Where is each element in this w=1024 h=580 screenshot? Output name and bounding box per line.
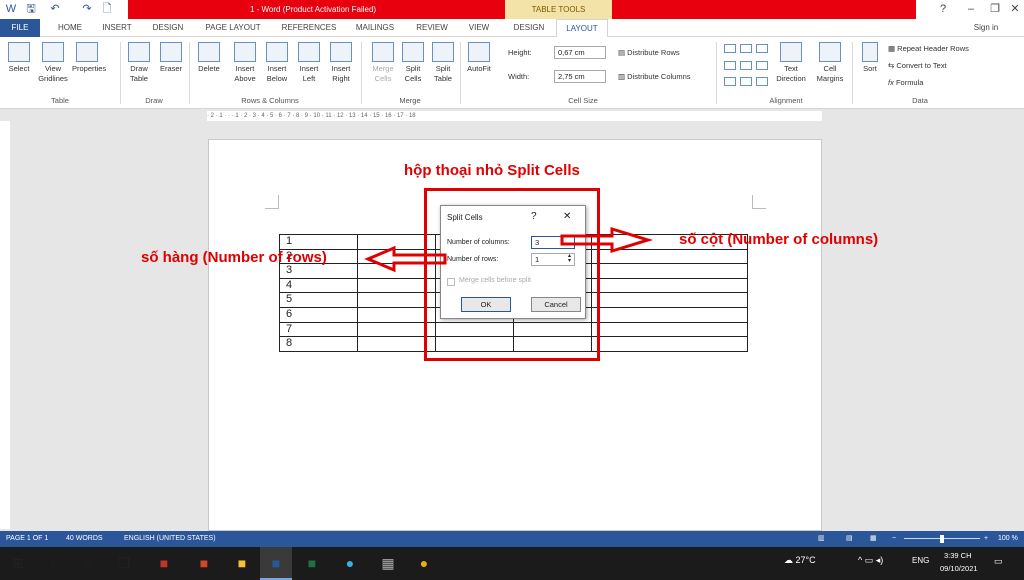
arrow-to-rows <box>364 245 447 273</box>
word-count[interactable]: 40 WORDS <box>66 531 103 547</box>
notifications-icon[interactable]: ▭ <box>994 556 1003 567</box>
calculator-icon[interactable]: ▦ <box>372 547 404 580</box>
word-taskbar-icon[interactable]: ■ <box>260 547 292 580</box>
read-mode-icon[interactable]: ▥ <box>818 531 825 547</box>
file-explorer-icon[interactable]: ■ <box>226 547 258 580</box>
language-status[interactable]: ENGLISH (UNITED STATES) <box>124 531 216 547</box>
zoom-out-icon[interactable]: − <box>892 531 896 547</box>
zoom-slider-thumb[interactable] <box>940 535 944 543</box>
print-layout-icon[interactable]: ▤ <box>846 531 853 547</box>
powerpoint-app-icon[interactable]: ■ <box>188 547 220 580</box>
arrow-to-columns <box>560 226 654 254</box>
search-icon[interactable]: ⌕ <box>38 547 70 580</box>
page-count[interactable]: PAGE 1 OF 1 <box>6 531 48 547</box>
task-view-icon[interactable]: ❐ <box>108 547 140 580</box>
annotation-arrows <box>364 226 654 273</box>
excel-app-icon[interactable]: ■ <box>296 547 328 580</box>
zoom-in-icon[interactable]: + <box>984 531 988 547</box>
clock-time[interactable]: 3:39 CH <box>944 551 972 560</box>
windows-start-icon[interactable]: ⊞ <box>2 547 34 580</box>
weather-widget[interactable]: ☁ 27°C <box>784 555 816 566</box>
system-tray-icons[interactable]: ^ ▭ ◂) <box>858 555 883 566</box>
zoom-level[interactable]: 100 % <box>998 531 1018 547</box>
access-app-icon[interactable]: ■ <box>148 547 180 580</box>
status-bar: PAGE 1 OF 1 40 WORDS ENGLISH (UNITED STA… <box>0 531 1024 547</box>
input-language[interactable]: ENG <box>912 556 929 565</box>
chrome-browser-icon[interactable]: ● <box>408 547 440 580</box>
clock-date[interactable]: 09/10/2021 <box>940 564 978 573</box>
web-layout-icon[interactable]: ▦ <box>870 531 877 547</box>
edge-browser-icon[interactable]: ● <box>334 547 366 580</box>
cortana-icon[interactable]: ○ <box>72 547 104 580</box>
